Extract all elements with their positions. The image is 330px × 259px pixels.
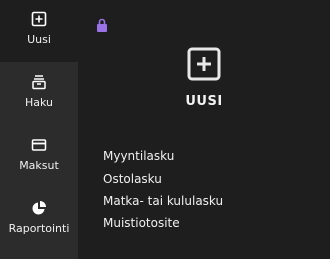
add-box-icon <box>187 47 221 81</box>
sidebar-item-label: Raportointi <box>8 222 70 235</box>
sidebar-item-label: Haku <box>24 96 53 109</box>
option-myyntilasku[interactable]: Myyntilasku <box>103 149 174 163</box>
sidebar: Uusi Haku Maksut Raportointi <box>0 0 78 259</box>
add-box-icon <box>31 11 47 27</box>
sidebar-item-label: Uusi <box>27 33 51 46</box>
sidebar-item-haku[interactable]: Haku <box>0 62 78 124</box>
page-title: UUSI <box>185 94 223 109</box>
lock-icon <box>97 18 107 32</box>
archive-icon <box>32 75 46 90</box>
option-matka-tai-kululasku[interactable]: Matka- tai kululasku <box>103 194 223 208</box>
sidebar-item-raportointi[interactable]: Raportointi <box>0 188 78 250</box>
sidebar-item-maksut[interactable]: Maksut <box>0 125 78 187</box>
sidebar-item-label: Maksut <box>19 159 59 172</box>
sidebar-item-uusi[interactable]: Uusi <box>0 0 78 62</box>
pie-chart-icon <box>32 201 46 215</box>
option-muistiotosite[interactable]: Muistiotosite <box>103 216 180 230</box>
option-ostolasku[interactable]: Ostolasku <box>103 172 162 186</box>
credit-card-icon <box>31 139 47 151</box>
